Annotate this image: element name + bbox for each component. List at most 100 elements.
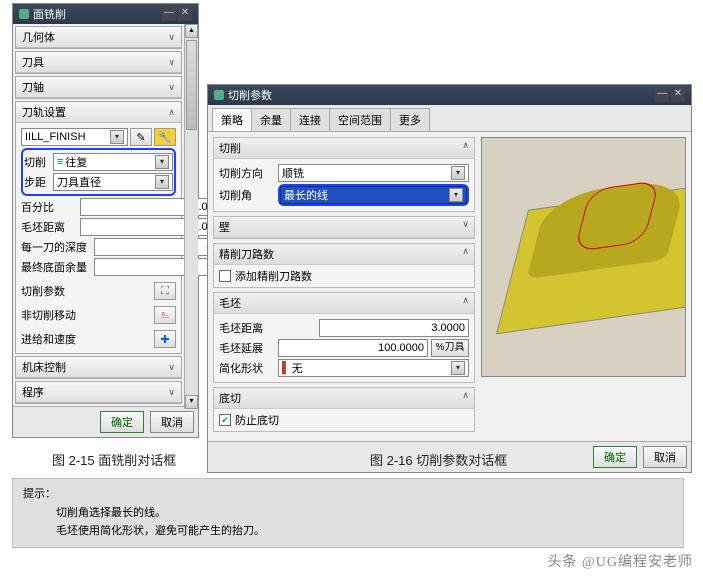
noncut-icon[interactable]: ⎁	[154, 306, 176, 324]
chevron-down-icon: ▾	[110, 130, 124, 144]
finish-group: 精削刀路数∧ 添加精削刀路数	[213, 243, 475, 288]
tab-strategy[interactable]: 策略	[212, 108, 252, 131]
add-finish-checkbox[interactable]: 添加精削刀路数	[219, 268, 469, 284]
tool-section: 刀具 ∨	[15, 51, 182, 74]
geometry-section: 几何体 ∨	[15, 26, 182, 49]
cut-params-label: 切削参数	[21, 283, 77, 299]
cut-dir-label: 切削方向	[219, 165, 275, 181]
minimize-icon[interactable]: —	[655, 88, 669, 102]
tab-bar: 策略 余量 连接 空间范围 更多	[208, 105, 691, 132]
blank-dist-label: 毛坯距离	[21, 219, 77, 235]
bottom-group: 底切∧ ✔ 防止底切	[213, 387, 475, 432]
blank-group: 毛坯∧ 毛坯距离 毛坯延展 %刀具 简化形状 ▌	[213, 292, 475, 383]
cut-pattern-label: 切削	[24, 154, 50, 170]
depth-per-label: 每一刀的深度	[21, 239, 91, 255]
wall-group: 壁∨	[213, 216, 475, 239]
dialog-icon	[214, 90, 224, 100]
chevron-down-icon: ∨	[168, 82, 175, 93]
none-icon: ▌	[282, 362, 290, 374]
blank-ext-input[interactable]	[278, 339, 428, 357]
close-icon[interactable]: ✕	[671, 88, 685, 102]
scroll-up-icon[interactable]: ▴	[185, 24, 198, 38]
blank-dist-label: 毛坯距离	[219, 320, 275, 336]
chevron-down-icon: ▾	[451, 361, 465, 375]
chevron-up-icon: ∧	[462, 246, 469, 262]
zigzag-icon: ≡	[57, 156, 63, 168]
axis-header[interactable]: 刀轴 ∨	[16, 77, 181, 98]
checkbox-icon	[219, 270, 231, 282]
cut-pattern-dropdown[interactable]: ≡ 往复 ▾	[53, 153, 173, 171]
chevron-down-icon: ∨	[168, 57, 175, 68]
scroll-down-icon[interactable]: ▾	[185, 395, 198, 409]
method-dropdown[interactable]: IILL_FINISH ▾	[21, 128, 128, 146]
chevron-down-icon: ∨	[168, 387, 175, 398]
tip-box: 提示： 切削角选择最长的线。 毛坯使用简化形状，避免可能产生的抬刀。	[12, 478, 684, 548]
checkbox-checked-icon: ✔	[219, 414, 231, 426]
blank-dist-input[interactable]	[319, 319, 469, 337]
blank-ext-unit[interactable]: %刀具	[431, 339, 469, 357]
stepover-dropdown[interactable]: 刀具直径 ▾	[53, 173, 173, 191]
path-settings-section: 刀轨设置 ∧ IILL_FINISH ▾ ✎ 🔧 切削 ≡	[15, 101, 182, 354]
cut-angle-dropdown[interactable]: 最长的线 ▾	[280, 186, 467, 204]
ok-button[interactable]: 确定	[593, 446, 637, 468]
geometry-header[interactable]: 几何体 ∨	[16, 27, 181, 48]
cut-params-icon[interactable]: ⛶	[154, 282, 176, 300]
blank-ext-label: 毛坯延展	[219, 340, 275, 356]
simplify-label: 简化形状	[219, 360, 275, 376]
chevron-down-icon: ▾	[449, 188, 463, 202]
titlebar[interactable]: 面铣削 — ✕	[13, 4, 198, 24]
preview-3d[interactable]	[481, 137, 686, 377]
cut-params-dialog: 切削参数 — ✕ 策略 余量 连接 空间范围 更多 切削∧ 切削方向 顺铣 ▾	[207, 84, 692, 473]
chevron-down-icon: ▾	[155, 175, 169, 189]
scroll-thumb[interactable]	[186, 40, 197, 130]
tab-containment[interactable]: 空间范围	[329, 108, 391, 131]
ok-button[interactable]: 确定	[100, 411, 144, 433]
axis-section: 刀轴 ∨	[15, 76, 182, 99]
wall-header[interactable]: 壁∨	[214, 217, 474, 238]
feed-icon[interactable]: ✚	[154, 330, 176, 348]
scrollbar[interactable]: ▴ ▾	[184, 24, 198, 409]
stepover-label: 步距	[24, 174, 50, 190]
dialog-title: 面铣削	[33, 6, 66, 22]
bottom-stock-label: 最终底面余量	[21, 259, 91, 275]
chevron-up-icon: ∧	[462, 140, 469, 156]
dialog-title: 切削参数	[228, 87, 272, 103]
program-section: 程序 ∨	[15, 381, 182, 404]
tab-connect[interactable]: 连接	[290, 108, 330, 131]
figure-caption-215: 图 2-15 面铣削对话框	[52, 450, 176, 469]
close-icon[interactable]: ✕	[178, 7, 192, 21]
percent-label: 百分比	[21, 199, 77, 215]
method-wrench-icon[interactable]: 🔧	[154, 128, 176, 146]
face-milling-dialog: 面铣削 — ✕ 几何体 ∨ 刀具 ∨ 刀轴 ∨ 刀轨设	[12, 3, 199, 438]
tab-more[interactable]: 更多	[390, 108, 430, 131]
chevron-up-icon: ∧	[462, 295, 469, 311]
cut-angle-label: 切削角	[219, 187, 275, 203]
cut-dir-dropdown[interactable]: 顺铣 ▾	[278, 164, 469, 182]
feed-label: 进给和速度	[21, 331, 77, 347]
chevron-down-icon: ∨	[168, 362, 175, 373]
tip-header: 提示：	[23, 485, 673, 504]
dialog-icon	[19, 9, 29, 19]
method-edit-icon[interactable]: ✎	[130, 128, 152, 146]
chevron-up-icon: ∧	[168, 107, 175, 118]
tab-stock[interactable]: 余量	[251, 108, 291, 131]
cancel-button[interactable]: 取消	[150, 411, 194, 433]
minimize-icon[interactable]: —	[162, 7, 176, 21]
chevron-down-icon: ∨	[462, 219, 469, 235]
cancel-button[interactable]: 取消	[643, 446, 687, 468]
highlight-box: 切削 ≡ 往复 ▾ 步距 刀具直径 ▾	[21, 148, 176, 196]
tip-line-2: 毛坯使用简化形状，避免可能产生的抬刀。	[23, 522, 673, 541]
watermark: 头条 @UG编程安老师	[547, 551, 693, 571]
tip-line-1: 切削角选择最长的线。	[23, 504, 673, 523]
simplify-dropdown[interactable]: ▌ 无 ▾	[278, 359, 469, 377]
figure-caption-216: 图 2-16 切削参数对话框	[370, 450, 507, 469]
tool-header[interactable]: 刀具 ∨	[16, 52, 181, 73]
chevron-down-icon: ▾	[155, 155, 169, 169]
titlebar[interactable]: 切削参数 — ✕	[208, 85, 691, 105]
chevron-down-icon: ▾	[451, 166, 465, 180]
program-header[interactable]: 程序 ∨	[16, 382, 181, 403]
mc-control-header[interactable]: 机床控制 ∨	[16, 357, 181, 378]
path-settings-header[interactable]: 刀轨设置 ∧	[16, 102, 181, 123]
mc-control-section: 机床控制 ∨	[15, 356, 182, 379]
prevent-undercut-checkbox[interactable]: ✔ 防止底切	[219, 412, 469, 428]
